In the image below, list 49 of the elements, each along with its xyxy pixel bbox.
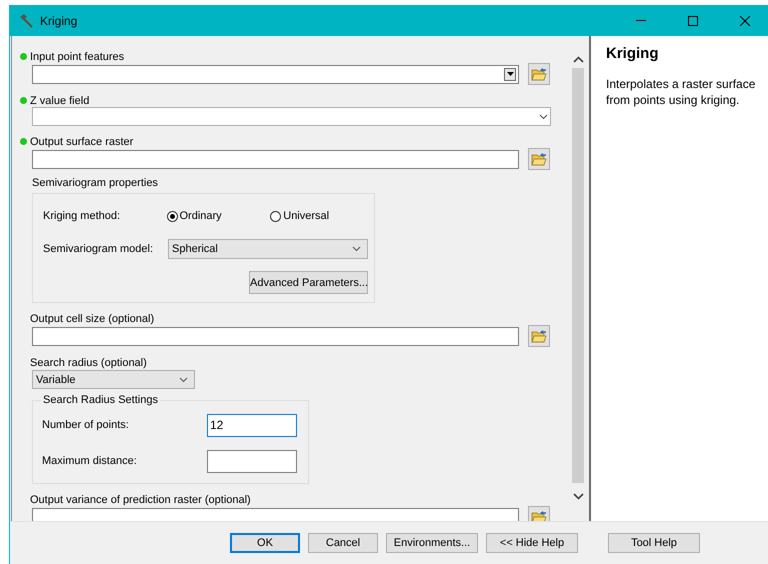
scrollbar-thumb[interactable] <box>572 68 584 483</box>
help-title: Kriging <box>606 45 660 62</box>
help-text: Interpolates a raster surface from points using kriging. <box>606 76 756 108</box>
dropdown-field[interactable]: Spherical <box>168 239 368 259</box>
input-field[interactable]: 12 <box>207 414 297 436</box>
chevron-down-icon <box>539 114 548 120</box>
browse-button[interactable] <box>528 63 550 85</box>
field-label: Number of points: <box>42 419 130 431</box>
input-field[interactable] <box>32 150 519 168</box>
field-label: Semivariogram model: <box>43 243 154 255</box>
field-label: Z value field <box>30 94 90 106</box>
section-label: Semivariogram properties <box>32 177 159 189</box>
group-title: Search Radius Settings <box>41 394 160 406</box>
radio-button[interactable]: Universal <box>270 210 374 222</box>
input-field[interactable] <box>207 450 297 472</box>
folder-icon <box>531 510 547 521</box>
chevron-down-icon[interactable] <box>572 492 584 500</box>
field-label: Output surface raster <box>30 136 134 148</box>
maximize-icon <box>688 16 698 26</box>
folder-icon <box>531 329 547 343</box>
input-field[interactable] <box>32 326 519 346</box>
window-title: Kriging <box>40 14 78 28</box>
field-label: Search radius (optional) <box>30 356 147 368</box>
field-label: Kriging method: <box>43 210 122 222</box>
input-field[interactable] <box>32 508 519 521</box>
close-icon <box>740 16 750 26</box>
minimize-icon <box>636 20 646 21</box>
chevron-down-icon <box>352 246 361 252</box>
chevron-up-icon[interactable] <box>572 56 584 62</box>
dropdown-field[interactable] <box>32 107 551 126</box>
dropdown-field[interactable]: Variable <box>32 370 195 389</box>
input-field[interactable] <box>32 64 519 84</box>
dialog-button[interactable]: Cancel <box>308 533 378 553</box>
dialog-button[interactable]: Environments... <box>386 533 478 553</box>
folder-icon <box>531 152 547 166</box>
field-label: Output variance of prediction raster (optional) <box>30 494 251 506</box>
browse-button[interactable] <box>528 325 550 347</box>
radio-button[interactable]: Ordinary <box>166 210 270 222</box>
dialog-button[interactable]: << Hide Help <box>486 533 578 553</box>
folder-icon <box>531 67 547 81</box>
chevron-down-icon <box>179 376 188 382</box>
dialog-button[interactable]: OK <box>230 533 300 553</box>
field-label: Input point features <box>30 50 124 62</box>
dialog-button[interactable]: Tool Help <box>608 533 700 553</box>
field-label: Maximum distance: <box>42 455 138 467</box>
advanced-parameters-button[interactable]: Advanced Parameters... <box>249 271 368 294</box>
field-label: Output cell size (optional) <box>30 312 154 324</box>
browse-button[interactable] <box>528 148 550 170</box>
hammer-icon <box>18 12 34 28</box>
